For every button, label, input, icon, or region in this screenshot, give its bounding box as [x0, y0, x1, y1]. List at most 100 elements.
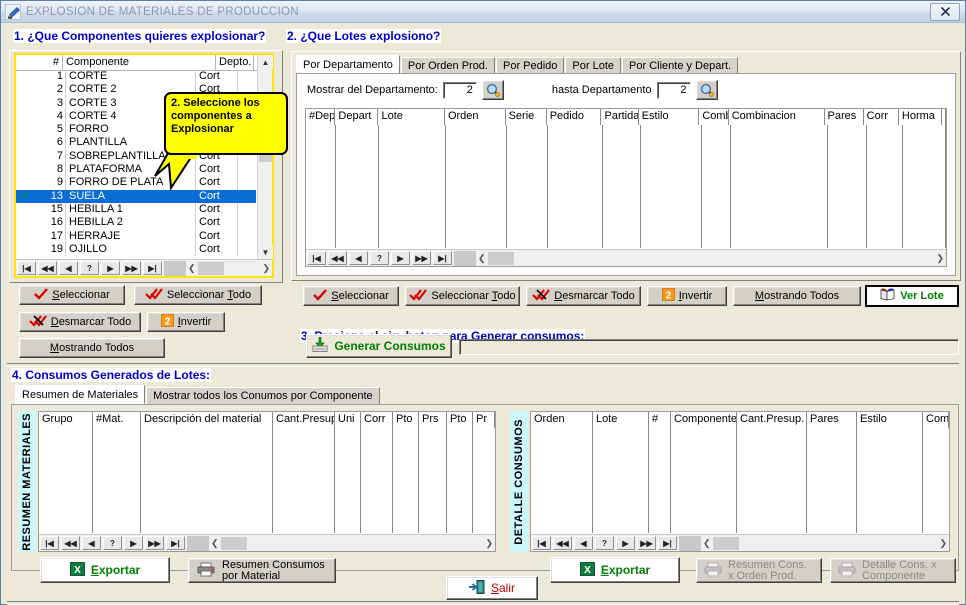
resumen-materiales-grid[interactable]: Grupo #Mat. Descripción del material Cant.P…: [38, 411, 496, 552]
row-check-icon[interactable]: [16, 97, 33, 110]
hscroll-right-icon[interactable]: ❯: [262, 263, 270, 274]
row-check-icon[interactable]: [16, 110, 33, 123]
dc-hscroll-thumb[interactable]: [712, 536, 739, 550]
components-horizontal-scrollbar[interactable]: ❮ ❯: [186, 260, 272, 276]
row-check-icon[interactable]: [16, 176, 33, 189]
rm-horizontal-scrollbar[interactable]: ❮ ❯: [209, 535, 495, 551]
lots-nav-button-5[interactable]: ▶▶: [412, 251, 431, 265]
lots-hscroll-left-icon[interactable]: ❮: [478, 253, 486, 264]
resumen-materiales-nav-button-4[interactable]: ▶: [124, 536, 143, 550]
desmarcar-todo-button[interactable]: Desmarcar Todo: [19, 312, 141, 332]
seleccionar-button[interactable]: Seleccionar: [19, 285, 125, 305]
lots-nav-button-6[interactable]: ▶|: [433, 251, 452, 265]
from-dept-input[interactable]: 2: [442, 81, 477, 99]
dc-horizontal-scrollbar[interactable]: ❮ ❯: [701, 535, 949, 551]
components-nav-button-1[interactable]: ◀◀: [38, 261, 57, 275]
row-check-icon[interactable]: [16, 230, 33, 243]
resumen-materiales-nav-button-6[interactable]: ▶|: [166, 536, 185, 550]
components-vertical-scrollbar[interactable]: ▲ ▼: [257, 55, 273, 259]
resumen-materiales-nav[interactable]: |◀ ◀◀ ◀? ▶ ▶▶ ▶| ❮ ❯: [39, 534, 495, 551]
component-row[interactable]: ✓ 13 SUELA Cort: [16, 189, 256, 203]
close-button[interactable]: [930, 2, 960, 21]
ver-lote-button[interactable]: Ver Lote: [865, 285, 959, 307]
detalle-consumos-nav-button-0[interactable]: |◀: [532, 536, 551, 550]
detalle-consumos-nav-button-5[interactable]: ▶▶: [637, 536, 656, 550]
to-dept-input[interactable]: 2: [656, 81, 691, 99]
row-check-icon[interactable]: [16, 243, 33, 256]
components-grid[interactable]: # Componente Depto. D 1CORTECort2CORTE 2…: [14, 53, 274, 278]
lots-tab-4[interactable]: Por Cliente y Depart.: [622, 57, 739, 74]
detalle-consumos-nav-button-2[interactable]: ◀: [574, 536, 593, 550]
lots-seleccionar-todo-button[interactable]: Seleccionar Todo: [405, 286, 520, 306]
lots-nav-button-0[interactable]: |◀: [307, 251, 326, 265]
component-row[interactable]: 1 CORTE Cort: [16, 70, 256, 84]
lots-tab-3[interactable]: Por Lote: [565, 57, 622, 74]
rm-hscroll-thumb[interactable]: [220, 536, 247, 550]
mostrando-todos-button-left[interactable]: Mostrando Todos: [19, 338, 165, 358]
detalle-consumos-nav-button-4[interactable]: ▶: [616, 536, 635, 550]
lots-grid[interactable]: #Dep Depart Lote Orden Serie Pedido Partida Est…: [305, 108, 947, 267]
to-dept-search-button[interactable]: [695, 80, 718, 100]
hscroll-left-icon[interactable]: ❮: [188, 263, 196, 274]
salir-button[interactable]: Salir: [446, 576, 538, 600]
row-check-icon[interactable]: [16, 83, 33, 96]
row-check-icon[interactable]: [16, 123, 33, 136]
row-check-icon[interactable]: [16, 136, 33, 149]
row-check-icon[interactable]: [16, 163, 33, 176]
components-nav-button-5[interactable]: ▶▶: [122, 261, 141, 275]
resumen-consumos-material-button[interactable]: Resumen Consumos por Material: [188, 558, 336, 583]
consumption-tab-0[interactable]: Resumen de Materiales: [15, 385, 146, 404]
components-nav-button-0[interactable]: |◀: [17, 261, 36, 275]
lots-tab-1[interactable]: Por Orden Prod.: [400, 57, 495, 74]
lots-nav-button-2[interactable]: ◀: [349, 251, 368, 265]
detalle-cons-componente-button[interactable]: Detalle Cons. x Componente: [830, 558, 956, 583]
lots-nav-button-3[interactable]: ?: [370, 251, 389, 265]
resumen-materiales-nav-button-3[interactable]: ?: [103, 536, 122, 550]
component-row[interactable]: 19 OJILLO Cort: [16, 242, 256, 257]
resumen-materiales-nav-button-2[interactable]: ◀: [82, 536, 101, 550]
dc-hscroll-left-icon[interactable]: ❮: [703, 538, 711, 549]
components-nav-button-4[interactable]: ▶: [101, 261, 120, 275]
lots-desmarcar-todo-button[interactable]: Desmarcar Todo: [526, 286, 641, 306]
components-nav-button-2[interactable]: ◀: [59, 261, 78, 275]
lots-hscroll-right-icon[interactable]: ❯: [936, 253, 944, 264]
scroll-down-icon[interactable]: ▼: [258, 245, 273, 259]
rm-hscroll-left-icon[interactable]: ❮: [211, 538, 219, 549]
components-nav-button-6[interactable]: ▶|: [143, 261, 162, 275]
generar-consumos-button[interactable]: Generar Consumos: [306, 334, 452, 358]
consumption-tab-1[interactable]: Mostrar todos los Conumos por Componente: [146, 387, 380, 404]
lots-invertir-button[interactable]: 2 Invertir: [647, 286, 727, 306]
seleccionar-todo-button[interactable]: Seleccionar Todo: [134, 285, 262, 305]
scroll-up-icon[interactable]: ▲: [258, 55, 273, 69]
row-check-icon[interactable]: [16, 150, 33, 163]
row-check-icon[interactable]: [16, 216, 33, 229]
lots-mostrando-todos-button[interactable]: Mostrando Todos: [733, 286, 861, 306]
lots-tabstrip[interactable]: Por Departamento Por Orden Prod. Por Pedid…: [296, 55, 739, 74]
lots-nav-button-1[interactable]: ◀◀: [328, 251, 347, 265]
component-row[interactable]: 9 FORRO DE PLATA Cort: [16, 176, 256, 190]
hscroll-thumb[interactable]: [197, 261, 224, 275]
lots-tab-2[interactable]: Por Pedido: [495, 57, 565, 74]
detalle-consumos-nav-button-1[interactable]: ◀◀: [553, 536, 572, 550]
detalle-consumos-nav-button-6[interactable]: ▶|: [658, 536, 677, 550]
resumen-cons-orden-button[interactable]: Resumen Cons. x Orden Prod.: [696, 558, 822, 583]
detalle-consumos-nav[interactable]: |◀ ◀◀ ◀? ▶ ▶▶ ▶| ❮ ❯: [531, 534, 949, 551]
components-nav-bar[interactable]: |◀ ◀◀ ◀? ▶ ▶▶ ▶| ❮ ❯: [16, 259, 272, 276]
component-row[interactable]: 16 HEBILLA 2 Cort: [16, 216, 256, 230]
invertir-button-left[interactable]: 2 Invertir: [147, 312, 225, 332]
component-row[interactable]: 8 PLATAFORMA Cort: [16, 163, 256, 177]
resumen-materiales-nav-button-5[interactable]: ▶▶: [145, 536, 164, 550]
components-nav-button-3[interactable]: ?: [80, 261, 99, 275]
lots-tab-0[interactable]: Por Departamento: [296, 55, 400, 74]
lots-horizontal-scrollbar[interactable]: ❮ ❯: [476, 250, 946, 266]
component-row[interactable]: 17 HERRAJE Cort: [16, 229, 256, 243]
row-check-icon[interactable]: ✓: [16, 190, 33, 203]
lots-hscroll-thumb[interactable]: [487, 251, 514, 265]
row-check-icon[interactable]: [16, 203, 33, 216]
resumen-materiales-nav-button-1[interactable]: ◀◀: [61, 536, 80, 550]
exportar-button-left[interactable]: X Exportar: [40, 557, 170, 583]
component-row[interactable]: 15 HEBILLA 1 Cort: [16, 202, 256, 217]
lots-seleccionar-button[interactable]: Seleccionar: [303, 286, 399, 306]
resumen-materiales-nav-button-0[interactable]: |◀: [40, 536, 59, 550]
row-check-icon[interactable]: [16, 70, 33, 83]
